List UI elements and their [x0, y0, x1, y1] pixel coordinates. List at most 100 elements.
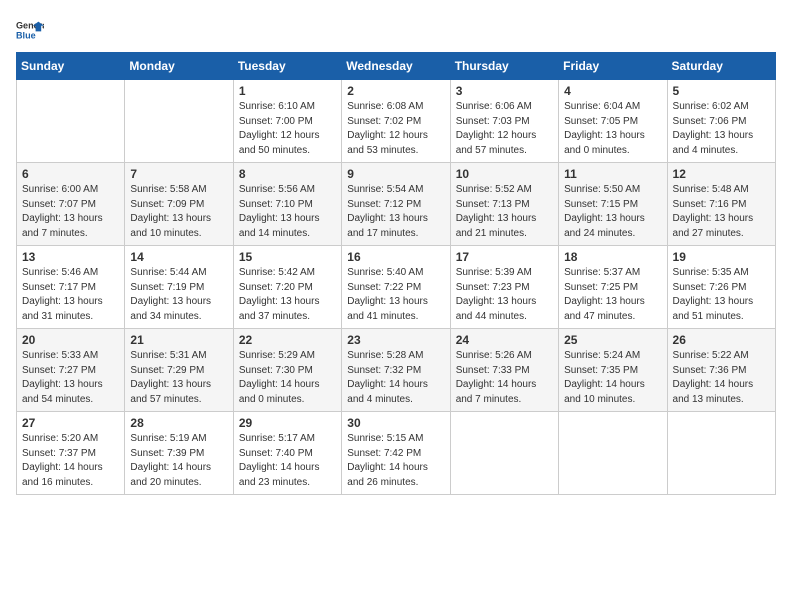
calendar-cell: 13 Sunrise: 5:46 AM Sunset: 7:17 PM Dayli…	[17, 246, 125, 329]
calendar-cell: 10Sunrise: 5:52 AM Sunset: 7:13 PM Dayli…	[450, 163, 558, 246]
cell-info: Sunrise: 5:37 AM Sunset: 7:25 PM Dayligh…	[564, 266, 661, 324]
day-header-monday: Monday	[125, 53, 233, 80]
cell-info: Sunrise: 5:42 AM Sunset: 7:20 PM Dayligh…	[239, 266, 336, 324]
calendar-cell: 23 Sunrise: 5:28 AM Sunset: 7:32 PM Dayli…	[342, 329, 450, 412]
calendar-cell: 4Sunrise: 6:04 AM Sunset: 7:05 PM Daylig…	[559, 80, 667, 163]
cell-info: Sunrise: 5:48 AM Sunset: 7:16 PM Dayligh…	[673, 183, 770, 241]
calendar-cell: 7 Sunrise: 5:58 AM Sunset: 7:09 PM Daylig…	[125, 163, 233, 246]
calendar-cell: 20Sunrise: 5:33 AM Sunset: 7:27 PM Dayli…	[17, 329, 125, 412]
cell-info: Sunrise: 5:15 AM Sunset: 7:42 PM Dayligh…	[347, 432, 444, 490]
day-number: 6	[22, 167, 119, 181]
day-number: 18	[564, 250, 661, 264]
day-number: 29	[239, 416, 336, 430]
day-number: 13	[22, 250, 119, 264]
calendar-cell	[17, 80, 125, 163]
cell-info: Sunrise: 5:39 AM Sunset: 7:23 PM Dayligh…	[456, 266, 553, 324]
day-header-tuesday: Tuesday	[233, 53, 341, 80]
day-number: 24	[456, 333, 553, 347]
day-number: 1	[239, 84, 336, 98]
cell-info: Sunrise: 5:44 AM Sunset: 7:19 PM Dayligh…	[130, 266, 227, 324]
cell-info: Sunrise: 5:31 AM Sunset: 7:29 PM Dayligh…	[130, 349, 227, 407]
calendar-cell: 6Sunrise: 6:00 AM Sunset: 7:07 PM Daylig…	[17, 163, 125, 246]
cell-info: Sunrise: 5:40 AM Sunset: 7:22 PM Dayligh…	[347, 266, 444, 324]
day-number: 5	[673, 84, 770, 98]
week-row-1: 1 Sunrise: 6:10 AM Sunset: 7:00 PM Daylig…	[17, 80, 776, 163]
week-row-2: 6Sunrise: 6:00 AM Sunset: 7:07 PM Daylig…	[17, 163, 776, 246]
day-header-thursday: Thursday	[450, 53, 558, 80]
cell-info: Sunrise: 5:28 AM Sunset: 7:32 PM Dayligh…	[347, 349, 444, 407]
day-number: 30	[347, 416, 444, 430]
cell-info: Sunrise: 5:35 AM Sunset: 7:26 PM Dayligh…	[673, 266, 770, 324]
cell-info: Sunrise: 5:20 AM Sunset: 7:37 PM Dayligh…	[22, 432, 119, 490]
cell-info: Sunrise: 5:54 AM Sunset: 7:12 PM Dayligh…	[347, 183, 444, 241]
calendar-cell: 15 Sunrise: 5:42 AM Sunset: 7:20 PM Dayli…	[233, 246, 341, 329]
day-number: 21	[130, 333, 227, 347]
calendar-cell: 19 Sunrise: 5:35 AM Sunset: 7:26 PM Dayli…	[667, 246, 775, 329]
cell-info: Sunrise: 5:17 AM Sunset: 7:40 PM Dayligh…	[239, 432, 336, 490]
cell-info: Sunrise: 5:24 AM Sunset: 7:35 PM Dayligh…	[564, 349, 661, 407]
day-number: 8	[239, 167, 336, 181]
calendar-cell: 12 Sunrise: 5:48 AM Sunset: 7:16 PM Dayli…	[667, 163, 775, 246]
calendar-cell: 27 Sunrise: 5:20 AM Sunset: 7:37 PM Dayli…	[17, 412, 125, 495]
calendar-cell: 16Sunrise: 5:40 AM Sunset: 7:22 PM Dayli…	[342, 246, 450, 329]
day-number: 17	[456, 250, 553, 264]
cell-info: Sunrise: 5:56 AM Sunset: 7:10 PM Dayligh…	[239, 183, 336, 241]
cell-info: Sunrise: 6:08 AM Sunset: 7:02 PM Dayligh…	[347, 100, 444, 158]
day-number: 12	[673, 167, 770, 181]
calendar-cell: 21 Sunrise: 5:31 AM Sunset: 7:29 PM Dayli…	[125, 329, 233, 412]
day-number: 9	[347, 167, 444, 181]
svg-text:Blue: Blue	[16, 30, 36, 40]
day-header-sunday: Sunday	[17, 53, 125, 80]
cell-info: Sunrise: 5:29 AM Sunset: 7:30 PM Dayligh…	[239, 349, 336, 407]
week-row-4: 20Sunrise: 5:33 AM Sunset: 7:27 PM Dayli…	[17, 329, 776, 412]
day-number: 27	[22, 416, 119, 430]
cell-info: Sunrise: 5:19 AM Sunset: 7:39 PM Dayligh…	[130, 432, 227, 490]
day-number: 3	[456, 84, 553, 98]
day-number: 19	[673, 250, 770, 264]
cell-info: Sunrise: 6:06 AM Sunset: 7:03 PM Dayligh…	[456, 100, 553, 158]
day-number: 26	[673, 333, 770, 347]
cell-info: Sunrise: 6:02 AM Sunset: 7:06 PM Dayligh…	[673, 100, 770, 158]
calendar-cell: 14 Sunrise: 5:44 AM Sunset: 7:19 PM Dayli…	[125, 246, 233, 329]
day-number: 15	[239, 250, 336, 264]
calendar-cell: 5 Sunrise: 6:02 AM Sunset: 7:06 PM Daylig…	[667, 80, 775, 163]
cell-info: Sunrise: 5:50 AM Sunset: 7:15 PM Dayligh…	[564, 183, 661, 241]
cell-info: Sunrise: 5:33 AM Sunset: 7:27 PM Dayligh…	[22, 349, 119, 407]
logo: General Blue	[16, 16, 44, 44]
logo-icon: General Blue	[16, 16, 44, 44]
calendar-cell: 18 Sunrise: 5:37 AM Sunset: 7:25 PM Dayli…	[559, 246, 667, 329]
cell-info: Sunrise: 5:46 AM Sunset: 7:17 PM Dayligh…	[22, 266, 119, 324]
calendar-cell	[667, 412, 775, 495]
day-number: 28	[130, 416, 227, 430]
calendar-cell: 1 Sunrise: 6:10 AM Sunset: 7:00 PM Daylig…	[233, 80, 341, 163]
day-number: 23	[347, 333, 444, 347]
calendar-cell: 30 Sunrise: 5:15 AM Sunset: 7:42 PM Dayli…	[342, 412, 450, 495]
calendar-cell: 24 Sunrise: 5:26 AM Sunset: 7:33 PM Dayli…	[450, 329, 558, 412]
header: General Blue	[16, 16, 776, 44]
day-header-wednesday: Wednesday	[342, 53, 450, 80]
day-number: 14	[130, 250, 227, 264]
cell-info: Sunrise: 5:52 AM Sunset: 7:13 PM Dayligh…	[456, 183, 553, 241]
cell-info: Sunrise: 5:58 AM Sunset: 7:09 PM Dayligh…	[130, 183, 227, 241]
week-row-5: 27 Sunrise: 5:20 AM Sunset: 7:37 PM Dayli…	[17, 412, 776, 495]
day-number: 4	[564, 84, 661, 98]
cell-info: Sunrise: 6:10 AM Sunset: 7:00 PM Dayligh…	[239, 100, 336, 158]
day-header-friday: Friday	[559, 53, 667, 80]
calendar-cell: 22Sunrise: 5:29 AM Sunset: 7:30 PM Dayli…	[233, 329, 341, 412]
day-number: 2	[347, 84, 444, 98]
calendar-cell: 2 Sunrise: 6:08 AM Sunset: 7:02 PM Daylig…	[342, 80, 450, 163]
day-number: 7	[130, 167, 227, 181]
day-header-saturday: Saturday	[667, 53, 775, 80]
calendar-table: SundayMondayTuesdayWednesdayThursdayFrid…	[16, 52, 776, 495]
calendar-cell: 8 Sunrise: 5:56 AM Sunset: 7:10 PM Daylig…	[233, 163, 341, 246]
calendar-cell	[125, 80, 233, 163]
cell-info: Sunrise: 5:26 AM Sunset: 7:33 PM Dayligh…	[456, 349, 553, 407]
day-number: 25	[564, 333, 661, 347]
calendar-cell: 25 Sunrise: 5:24 AM Sunset: 7:35 PM Dayli…	[559, 329, 667, 412]
calendar-cell	[450, 412, 558, 495]
calendar-cell: 29 Sunrise: 5:17 AM Sunset: 7:40 PM Dayli…	[233, 412, 341, 495]
week-row-3: 13 Sunrise: 5:46 AM Sunset: 7:17 PM Dayli…	[17, 246, 776, 329]
cell-info: Sunrise: 5:22 AM Sunset: 7:36 PM Dayligh…	[673, 349, 770, 407]
calendar-cell: 11Sunrise: 5:50 AM Sunset: 7:15 PM Dayli…	[559, 163, 667, 246]
calendar-cell: 26 Sunrise: 5:22 AM Sunset: 7:36 PM Dayli…	[667, 329, 775, 412]
